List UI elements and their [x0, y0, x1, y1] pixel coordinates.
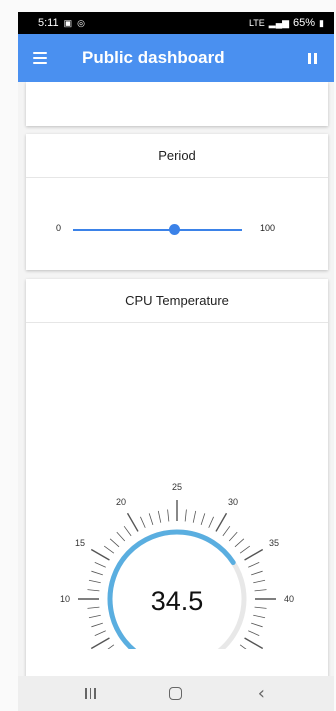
menu-button[interactable] — [18, 34, 62, 82]
navigation-bar: ‹ — [18, 676, 334, 711]
gauge-tick-label: 40 — [284, 594, 294, 604]
back-icon: ‹ — [257, 683, 265, 704]
gauge-tick-label: 10 — [60, 594, 70, 604]
gauge-minor-tick — [254, 589, 267, 592]
gauge-minor-tick — [87, 606, 100, 609]
period-card: Period 0 100 — [26, 134, 328, 270]
gauge-minor-tick — [88, 614, 101, 619]
gauge-minor-tick — [208, 516, 214, 528]
gauge-minor-tick — [87, 589, 100, 592]
gauge-minor-tick — [234, 538, 245, 548]
gauge-minor-tick — [253, 614, 266, 619]
home-button[interactable] — [156, 679, 196, 709]
back-button[interactable]: ‹ — [241, 679, 281, 709]
gauge-minor-tick — [248, 562, 260, 568]
period-card-title: Period — [26, 134, 328, 178]
cpu-temperature-card: CPU Temperature 05101520253035404550 34.… — [26, 279, 328, 676]
gauge-minor-tick — [251, 570, 263, 576]
recents-icon — [85, 688, 96, 699]
gauge-minor-tick — [228, 531, 238, 542]
whatsapp-icon: ◎ — [77, 17, 85, 28]
gauge-tick-label: 30 — [228, 497, 238, 507]
gallery-icon: ▣ — [63, 17, 73, 28]
gauge-minor-tick — [123, 525, 132, 537]
gauge-tick-label: 15 — [75, 538, 85, 548]
gauge-value: 34.5 — [151, 586, 204, 616]
gauge-minor-tick — [254, 606, 267, 609]
gauge-tick-label: 20 — [116, 497, 126, 507]
network-label: LTE — [248, 18, 265, 28]
gauge-ticks — [78, 500, 276, 649]
gauge-minor-tick — [184, 509, 187, 522]
gauge-major-tick — [90, 637, 110, 649]
gauge-tick-label: 35 — [269, 538, 279, 548]
gauge-minor-tick — [116, 531, 126, 542]
app-title: Public dashboard — [82, 48, 225, 67]
slider-max-label: 100 — [260, 223, 276, 233]
gauge-minor-tick — [253, 579, 266, 584]
gauge-major-tick — [126, 512, 139, 532]
phone-screen: 5:11 ▣ ◎ LTE ▂▄▆ 65% ▮ Public dashboard … — [0, 0, 336, 711]
gauge-minor-tick — [248, 630, 260, 636]
gauge-minor-tick — [192, 510, 197, 523]
recents-button[interactable] — [71, 679, 111, 709]
gauge-minor-tick — [88, 579, 101, 584]
battery-label: 65% — [293, 17, 316, 29]
status-bar: 5:11 ▣ ◎ LTE ▂▄▆ 65% ▮ — [18, 12, 334, 34]
gauge-minor-tick — [222, 525, 231, 537]
gauge-major-tick — [244, 637, 264, 649]
pause-icon — [307, 52, 317, 64]
cpu-temperature-gauge: 05101520253035404550 34.5 — [26, 389, 328, 649]
cpu-card-title: CPU Temperature — [26, 279, 328, 323]
slider-track[interactable] — [73, 229, 242, 231]
battery-icon: ▮ — [319, 17, 324, 28]
gauge-minor-tick — [157, 510, 162, 523]
gauge-svg: 05101520253035404550 34.5 — [60, 482, 294, 649]
dashboard-card-top — [26, 82, 328, 126]
period-slider[interactable]: 0 100 — [26, 218, 328, 242]
status-time: 5:11 — [38, 17, 59, 29]
app-bar: Public dashboard — [18, 34, 334, 82]
gauge-minor-tick — [103, 545, 115, 554]
gauge-minor-tick — [91, 622, 103, 628]
status-bar-left: 5:11 ▣ ◎ — [38, 17, 85, 29]
gauge-minor-tick — [239, 545, 251, 554]
home-icon — [169, 687, 183, 700]
gauge-minor-tick — [109, 538, 120, 548]
gauge-minor-tick — [167, 509, 170, 522]
dashboard-content: Period 0 100 CPU Temperature 05101520253… — [18, 82, 334, 676]
gauge-minor-tick — [140, 516, 146, 528]
gauge-minor-tick — [200, 513, 206, 525]
gauge-minor-tick — [94, 562, 106, 568]
gauge-minor-tick — [94, 630, 106, 636]
gauge-minor-tick — [91, 570, 103, 576]
gauge-minor-tick — [148, 513, 154, 525]
gauge-minor-tick — [107, 644, 115, 649]
gauge-major-tick — [244, 548, 264, 561]
slider-min-label: 0 — [56, 223, 62, 233]
slider-thumb[interactable] — [169, 224, 181, 235]
gauge-major-tick — [90, 548, 110, 561]
gauge-major-tick — [215, 512, 228, 532]
signal-icon: ▂▄▆ — [268, 17, 290, 28]
gauge-minor-tick — [239, 644, 247, 649]
status-bar-right: LTE ▂▄▆ 65% ▮ — [249, 17, 324, 29]
pause-button[interactable] — [290, 34, 334, 82]
gauge-tick-label: 25 — [172, 482, 182, 492]
menu-icon — [33, 52, 47, 64]
gauge-minor-tick — [251, 622, 263, 628]
